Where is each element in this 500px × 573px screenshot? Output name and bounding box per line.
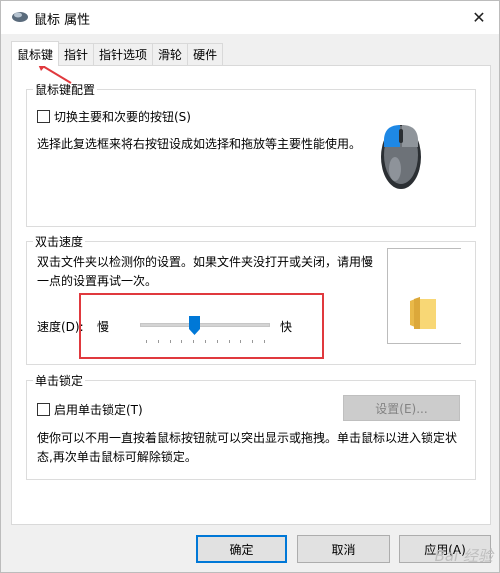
cancel-button[interactable]: 取消: [297, 535, 390, 563]
click-lock-label[interactable]: 启用单击锁定(T): [54, 401, 143, 418]
tab-strip: 鼠标键 指针 指针选项 滑轮 硬件: [11, 41, 224, 66]
mouse-properties-window: 鼠标 属性 ✕ 鼠标键 指针 指针选项 滑轮 硬件 鼠标键配置 切换主要和次要的…: [0, 0, 500, 573]
click-lock-settings-button[interactable]: 设置(E)...: [343, 395, 460, 421]
test-folder-area[interactable]: [387, 248, 461, 344]
mouse-app-icon: [12, 12, 28, 22]
tab-label: 硬件: [193, 48, 218, 62]
speed-label: 速度(D):: [37, 320, 84, 334]
tab-label: 指针选项: [99, 48, 148, 62]
ok-button[interactable]: 确定: [196, 535, 287, 563]
switch-buttons-label[interactable]: 切换主要和次要的按钮(S): [54, 108, 191, 125]
close-icon: ✕: [472, 8, 486, 27]
annotation-highlight-box: [79, 293, 324, 359]
close-button[interactable]: ✕: [459, 1, 499, 34]
tab-label: 鼠标键: [17, 47, 54, 62]
tab-wheel[interactable]: 滑轮: [152, 43, 189, 65]
window-title: 鼠标 属性: [34, 13, 91, 28]
click-lock-description: 使你可以不用一直按着鼠标按钮就可以突出显示或拖拽。单击鼠标以进入锁定状态,再次单…: [37, 431, 458, 464]
mouse-illustration-icon: [381, 125, 421, 189]
tab-pointer-options[interactable]: 指针选项: [93, 43, 154, 65]
tab-label: 滑轮: [158, 48, 183, 62]
tab-buttons[interactable]: 鼠标键: [11, 41, 60, 66]
click-lock-checkbox[interactable]: [37, 403, 50, 416]
folder-icon[interactable]: [408, 295, 438, 331]
title-bar: 鼠标 属性 ✕: [1, 1, 499, 34]
group-title: 单击锁定: [33, 372, 86, 389]
group-title: 双击速度: [33, 233, 86, 250]
tab-hardware[interactable]: 硬件: [187, 43, 224, 65]
button-config-description: 选择此复选框来将右按钮设成如选择和拖放等主要性能使用。: [37, 137, 362, 151]
double-click-description: 双击文件夹以检测你的设置。如果文件夹没打开或关闭，请用慢一点的设置再试一次。: [37, 255, 374, 288]
switch-buttons-checkbox[interactable]: [37, 110, 50, 123]
watermark-text: Bai 经验: [434, 547, 493, 565]
